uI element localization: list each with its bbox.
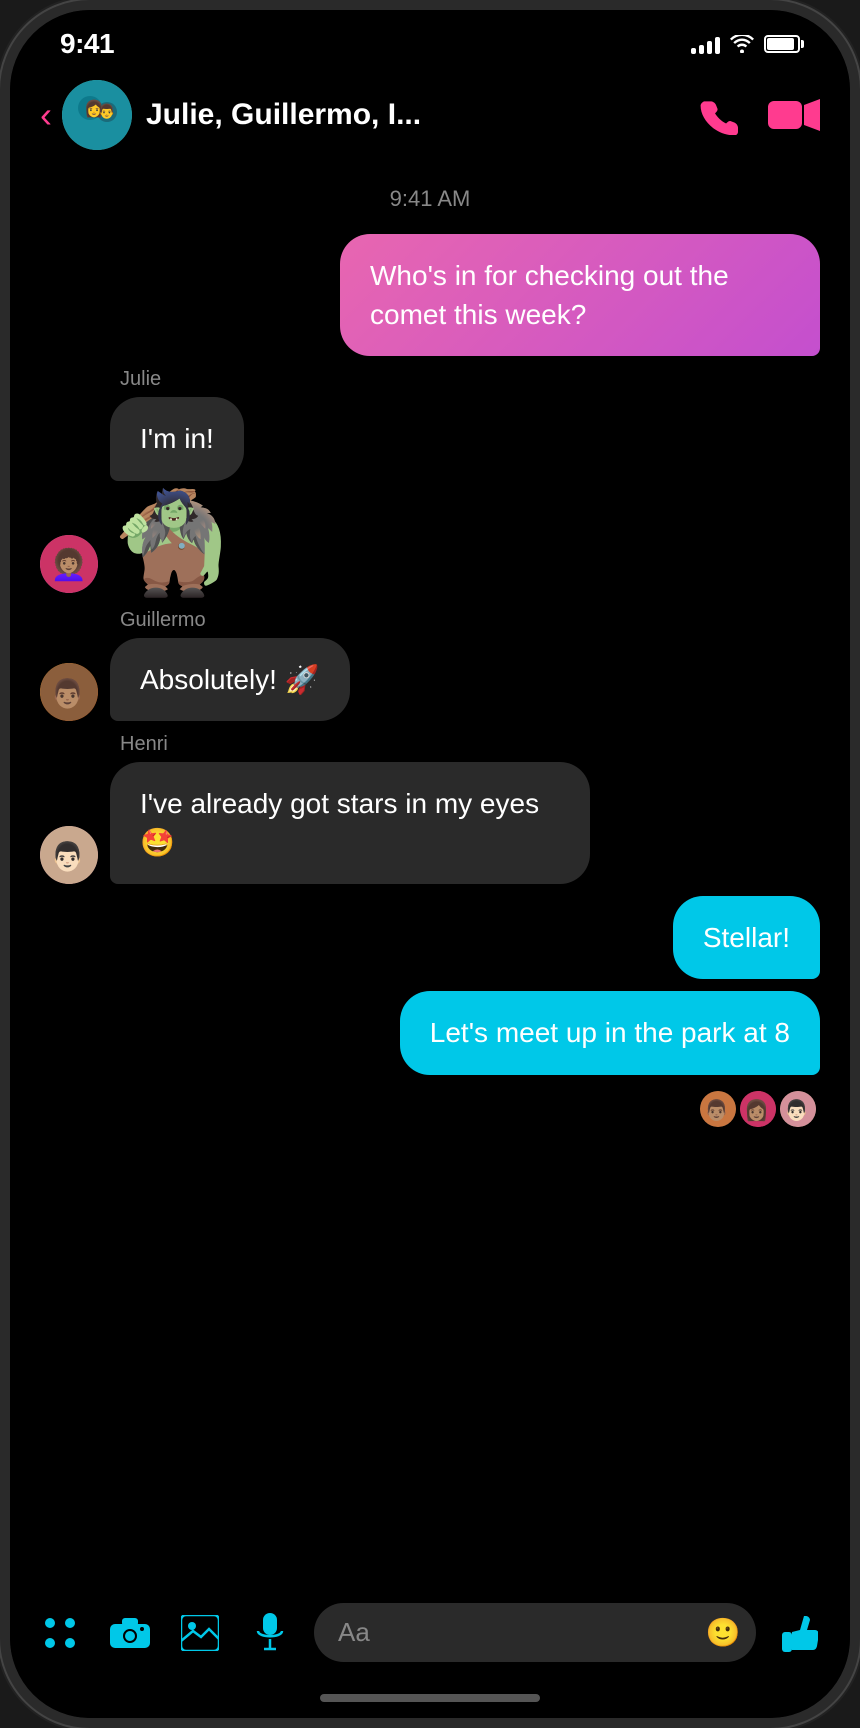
sender-name-julie: Julie (120, 368, 161, 391)
home-indicator (10, 1678, 850, 1718)
svg-text:👨🏽: 👨🏽 (50, 677, 85, 710)
outgoing-message-2: Stellar! (40, 896, 820, 979)
thumbs-up-button[interactable] (774, 1607, 826, 1659)
incoming-message-guillermo: Guillermo 👨🏽 Absolutely! 🚀 (40, 609, 820, 721)
sticker-message-julie: 👩🏽‍🦱 🧌 (40, 493, 820, 593)
message-input[interactable]: Aa 🙂 (314, 1603, 756, 1662)
message-timestamp: 9:41 AM (40, 186, 820, 212)
message-bubble-henri: I've already got stars in my eyes 🤩 (110, 762, 590, 884)
message-bubble-julie: I'm in! (110, 397, 244, 480)
message-bubble: Who's in for checking out the comet this… (340, 234, 820, 356)
receipt-avatar-2: 👩🏽 (740, 1091, 776, 1127)
mic-button[interactable] (244, 1607, 296, 1659)
notch (300, 10, 560, 50)
header: ‹ 👩 👨 Julie, Guillermo, I... (10, 70, 850, 166)
battery-icon (764, 35, 800, 53)
svg-text:👩🏽‍🦱: 👩🏽‍🦱 (50, 546, 87, 582)
phone-frame: 9:41 ‹ (0, 0, 860, 1728)
avatar-julie: 👩🏽‍🦱 (40, 535, 98, 593)
group-avatar: 👩 👨 (62, 80, 132, 150)
avatar-henri: 👨🏻 (40, 826, 98, 884)
signal-bars-icon (691, 34, 720, 54)
avatar-guillermo: 👨🏽 (40, 663, 98, 721)
group-name: Julie, Guillermo, I... (146, 98, 692, 132)
emoji-button[interactable]: 🙂 (704, 1614, 742, 1652)
message-bubble-stellar: Stellar! (673, 896, 820, 979)
phone-call-button[interactable] (692, 89, 744, 141)
camera-button[interactable] (104, 1607, 156, 1659)
bottom-toolbar: Aa 🙂 (10, 1589, 850, 1678)
video-call-button[interactable] (768, 89, 820, 141)
svg-text:👨🏽: 👨🏽 (704, 1098, 729, 1122)
header-actions (692, 89, 820, 141)
status-icons (691, 34, 800, 54)
input-placeholder: Aa (338, 1617, 370, 1648)
wifi-icon (730, 35, 754, 53)
back-button[interactable]: ‹ (40, 97, 52, 133)
screen: 9:41 ‹ (10, 10, 850, 1718)
gallery-button[interactable] (174, 1607, 226, 1659)
apps-button[interactable] (34, 1607, 86, 1659)
read-receipts: 👨🏽 👩🏽 👨🏻 (40, 1091, 820, 1127)
sender-name-henri: Henri (120, 733, 168, 756)
outgoing-message-1: Who's in for checking out the comet this… (40, 234, 820, 356)
messages-area: 9:41 AM Who's in for checking out the co… (10, 166, 850, 1589)
svg-text:👩🏽: 👩🏽 (744, 1098, 769, 1122)
sender-name-guillermo: Guillermo (120, 609, 206, 632)
svg-text:👨: 👨 (98, 103, 115, 120)
receipt-avatar-3: 👨🏻 (780, 1091, 816, 1127)
incoming-message-julie-text: Julie I'm in! (40, 368, 820, 480)
message-bubble-guillermo: Absolutely! 🚀 (110, 638, 350, 721)
incoming-message-henri: Henri 👨🏻 I've already got stars in my ey… (40, 733, 820, 884)
status-time: 9:41 (60, 28, 114, 60)
svg-text:👨🏻: 👨🏻 (784, 1098, 809, 1122)
message-bubble-meetup: Let's meet up in the park at 8 (400, 991, 820, 1074)
outgoing-message-3: Let's meet up in the park at 8 (40, 991, 820, 1074)
sticker-yeti: 🧌 (110, 493, 235, 593)
svg-text:👨🏻: 👨🏻 (50, 840, 85, 873)
receipt-avatar-1: 👨🏽 (700, 1091, 736, 1127)
